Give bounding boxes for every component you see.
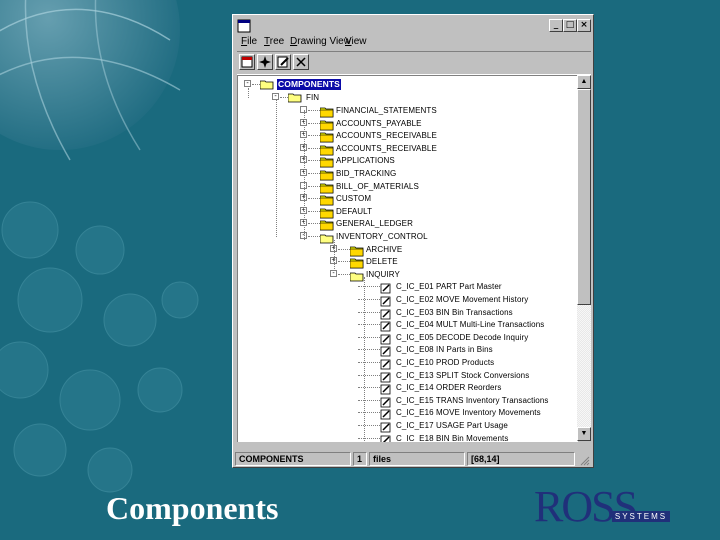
tree-subfolder-label[interactable]: INQUIRY [366, 269, 400, 280]
tree-folder-label[interactable]: INVENTORY_CONTROL [336, 231, 428, 242]
tree-expander[interactable]: - [244, 80, 251, 87]
document-icon [380, 332, 392, 345]
document-icon [380, 407, 392, 420]
tree-item-label[interactable]: C_IC_E16 MOVE Inventory Movements [396, 407, 541, 418]
folder-open-icon [288, 93, 302, 103]
folder-icon [319, 193, 334, 206]
tree-item-label[interactable]: C_IC_E14 ORDER Reorders [396, 382, 501, 393]
status-unit: files [369, 452, 465, 466]
document-icon [380, 420, 392, 433]
menu-tree[interactable]: Tree [264, 35, 284, 49]
folder-icon [319, 218, 334, 231]
tree-folder-label[interactable]: CUSTOM [336, 193, 371, 204]
folder-icon [319, 206, 334, 219]
app-window: _ □ × File Tree Drawing View View - COMP… [232, 14, 594, 468]
folder-icon [319, 118, 334, 131]
status-selection: COMPONENTS [235, 452, 351, 466]
status-bar: COMPONENTS 1 files [68,14] [235, 451, 591, 467]
scissors-icon [296, 57, 306, 67]
toolbar-button-cut[interactable] [293, 54, 309, 70]
document-icon [380, 370, 392, 383]
document-icon [241, 56, 253, 68]
folder-icon [349, 256, 364, 269]
folder-icon [319, 155, 334, 168]
document-icon [380, 281, 392, 294]
tree-node-fin[interactable]: FIN [306, 92, 319, 103]
menu-file[interactable]: File [241, 35, 257, 49]
folder-open-icon [260, 80, 274, 90]
status-count: 1 [353, 452, 367, 466]
tree-folder-label[interactable]: BILL_OF_MATERIALS [336, 181, 419, 192]
folder-open-icon [319, 231, 334, 244]
folder-icon [319, 143, 334, 156]
tree-item-label[interactable]: C_IC_E02 MOVE Movement History [396, 294, 528, 305]
tree-folder-label[interactable]: GENERAL_LEDGER [336, 218, 413, 229]
close-button[interactable]: × [577, 19, 591, 32]
status-coords: [68,14] [467, 452, 575, 466]
toolbar-button-edit[interactable] [275, 54, 291, 70]
menu-drawing-view[interactable]: Drawing View [290, 35, 351, 49]
tree-item-label[interactable]: C_IC_E17 USAGE Part Usage [396, 420, 508, 431]
tree-item-label[interactable]: C_IC_E10 PROD Products [396, 357, 494, 368]
toolbar-button-dr[interactable] [239, 54, 255, 70]
tree-item-label[interactable]: C_IC_E15 TRANS Inventory Transactions [396, 395, 549, 406]
tree-item-label[interactable]: C_IC_E08 IN Parts in Bins [396, 344, 493, 355]
minimize-button[interactable]: _ [549, 19, 563, 32]
resize-grip-icon[interactable] [580, 456, 590, 466]
tree-item-label[interactable]: C_IC_E01 PART Part Master [396, 281, 502, 292]
tree-folder-label[interactable]: BID_TRACKING [336, 168, 396, 179]
tree-item-label[interactable]: C_IC_E18 BIN Bin Movements [396, 433, 508, 442]
document-icon [380, 395, 392, 408]
tree-folder-label[interactable]: DEFAULT [336, 206, 372, 217]
tree-item-label[interactable]: C_IC_E13 SPLIT Stock Conversions [396, 370, 529, 381]
document-icon [380, 433, 392, 442]
tree-root-label[interactable]: COMPONENTS [277, 79, 341, 90]
tree-folder-label[interactable]: ACCOUNTS_RECEIVABLE [336, 143, 437, 154]
folder-icon [349, 244, 364, 257]
slide-title: Components [106, 490, 279, 526]
tree-folder-label[interactable]: ACCOUNTS_RECEIVABLE [336, 130, 437, 141]
maximize-button[interactable]: □ [563, 19, 577, 32]
tree-subfolder-label[interactable]: ARCHIVE [366, 244, 402, 255]
tree-folder-label[interactable]: FINANCIAL_STATEMENTS [336, 105, 437, 116]
ross-systems-logo: ROSS SYSTEMS [534, 485, 670, 529]
tree-view[interactable]: - COMPONENTS - FIN FINANCIAL_STATEMENTS +… [237, 75, 578, 442]
title-bar[interactable]: _ □ × [235, 17, 591, 35]
tree-item-label[interactable]: C_IC_E05 DECODE Decode Inquiry [396, 332, 528, 343]
folder-icon [319, 168, 334, 181]
menu-bar: File Tree Drawing View View [237, 35, 591, 49]
tree-item-label[interactable]: C_IC_E04 MULT Multi-Line Transactions [396, 319, 544, 330]
document-icon [380, 382, 392, 395]
document-icon [380, 344, 392, 357]
document-icon [380, 319, 392, 332]
folder-icon [319, 105, 334, 118]
document-icon [380, 357, 392, 370]
menu-view[interactable]: View [345, 35, 367, 49]
folder-icon [319, 130, 334, 143]
tree-item-label[interactable]: C_IC_E03 BIN Bin Transactions [396, 307, 513, 318]
document-icon [380, 307, 392, 320]
app-system-icon[interactable] [237, 19, 251, 33]
toolbar [237, 51, 591, 75]
vertical-scrollbar[interactable]: ▲ ▼ [577, 75, 591, 441]
tree-folder-label[interactable]: ACCOUNTS_PAYABLE [336, 118, 422, 129]
tree-expander[interactable]: - [330, 270, 337, 277]
edit-icon [277, 56, 289, 68]
folder-open-icon [349, 269, 364, 282]
tree-folder-label[interactable]: APPLICATIONS [336, 155, 395, 166]
scroll-down-button[interactable]: ▼ [577, 427, 591, 441]
document-icon [380, 294, 392, 307]
logo-subtext: SYSTEMS [612, 511, 670, 522]
compass-icon [259, 56, 271, 68]
tree-subfolder-label[interactable]: DELETE [366, 256, 398, 267]
tree-expander[interactable]: - [272, 93, 279, 100]
folder-icon [319, 181, 334, 194]
toolbar-button-compass[interactable] [257, 54, 273, 70]
scroll-up-button[interactable]: ▲ [577, 75, 591, 89]
scroll-thumb[interactable] [577, 89, 591, 305]
